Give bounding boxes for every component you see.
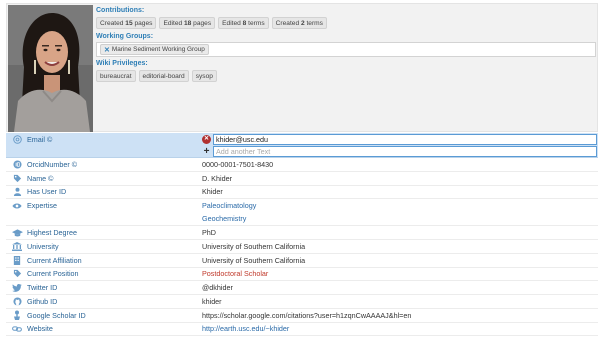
at-icon	[9, 135, 25, 144]
position-label: Current Position	[27, 269, 79, 279]
contributions-list: Created 15 pages Edited 18 pages Edited …	[96, 16, 596, 30]
degree-row: Highest Degree PhD	[6, 226, 598, 240]
university-value: University of Southern California	[202, 241, 306, 251]
profile-header: Contributions: Created 15 pages Edited 1…	[6, 3, 598, 132]
name-row: Name © D. Khider	[6, 172, 598, 186]
scholar-value: https://scholar.google.com/citations?use…	[202, 310, 412, 320]
google-scholar-icon	[9, 310, 25, 321]
scholar-row: Google Scholar ID https://scholar.google…	[6, 309, 598, 323]
working-groups-title: Working Groups:	[96, 33, 154, 40]
profile-photo-image	[8, 5, 93, 132]
contribution-chip[interactable]: Edited 18 pages	[159, 17, 216, 29]
add-email-icon[interactable]: +	[202, 146, 211, 156]
expertise-link[interactable]: Geochemistry	[202, 212, 256, 225]
affiliation-label: Current Affiliation	[27, 255, 82, 265]
twitter-icon	[9, 283, 25, 292]
working-group-chip: ✕ Marine Sediment Working Group	[100, 44, 209, 55]
institution-icon	[9, 241, 25, 251]
website-label: Website	[27, 324, 53, 334]
orcid-icon	[9, 160, 25, 169]
email-label-text: Email ©	[27, 135, 53, 144]
email-label: Email ©	[6, 133, 202, 146]
link-icon	[9, 325, 25, 333]
eye-icon	[9, 202, 25, 210]
tag-icon	[9, 269, 25, 278]
user-icon	[9, 187, 25, 197]
tag-icon	[9, 174, 25, 183]
expertise-row: Expertise Paleoclimatology Geochemistry	[6, 199, 598, 227]
privilege-chip: sysop	[191, 70, 217, 82]
wiki-privileges-list: bureaucrat editorial-board sysop	[96, 69, 596, 83]
github-label: Github ID	[27, 296, 58, 306]
remove-email-icon[interactable]: ✕	[202, 135, 211, 145]
user-id-row: Has User ID Khider	[6, 186, 598, 200]
add-email-input[interactable]: Add another Text	[213, 145, 597, 157]
position-row: Current Position Postdoctoral Scholar	[6, 268, 598, 282]
github-value: khider	[202, 296, 222, 306]
contribution-chip[interactable]: Edited 8 terms	[218, 17, 269, 29]
website-row: Website http://earth.usc.edu/~khider	[6, 323, 598, 337]
contribution-chip[interactable]: Created 2 terms	[271, 17, 327, 29]
email-row: Email © ✕ khider@usc.edu + Add another T…	[6, 133, 598, 158]
twitter-label: Twitter ID	[27, 283, 58, 293]
affiliation-row: Current Affiliation University of Southe…	[6, 254, 598, 268]
email-editor: ✕ khider@usc.edu + Add another Text	[202, 134, 597, 157]
working-group-label: Marine Sediment Working Group	[111, 46, 205, 53]
degree-label: Highest Degree	[27, 228, 77, 238]
twitter-value: @dkhider	[202, 283, 233, 293]
graduation-cap-icon	[9, 228, 25, 237]
affiliation-value: University of Southern California	[202, 255, 306, 265]
orcid-label: OrcidNumber ©	[27, 159, 78, 169]
privilege-chip: bureaucrat	[96, 70, 136, 82]
expertise-values: Paleoclimatology Geochemistry	[202, 199, 256, 225]
position-value[interactable]: Postdoctoral Scholar	[202, 267, 268, 280]
user-id-value: Khider	[202, 187, 223, 197]
website-link[interactable]: http://earth.usc.edu/~khider	[202, 322, 289, 335]
working-groups-input[interactable]: ✕ Marine Sediment Working Group	[96, 42, 596, 57]
expertise-label: Expertise	[27, 201, 57, 211]
orcid-value: 0000-0001-7501-8430	[202, 159, 274, 169]
profile-photo	[8, 5, 93, 132]
privilege-chip: editorial-board	[138, 70, 189, 82]
scholar-label: Google Scholar ID	[27, 310, 86, 320]
building-icon	[9, 255, 25, 265]
contributions-title: Contributions:	[96, 7, 145, 14]
expertise-link[interactable]: Paleoclimatology	[202, 199, 256, 212]
remove-group-icon[interactable]: ✕	[104, 46, 110, 54]
user-id-label: Has User ID	[27, 187, 67, 197]
profile-info: Contributions: Created 15 pages Edited 1…	[96, 6, 596, 85]
wiki-privileges-title: Wiki Privileges:	[96, 60, 148, 67]
university-label: University	[27, 241, 59, 251]
github-row: Github ID khider	[6, 295, 598, 309]
profile-properties: Email © ✕ khider@usc.edu + Add another T…	[6, 133, 598, 337]
email-add-entry: + Add another Text	[202, 145, 597, 158]
name-value: D. Khider	[202, 173, 232, 183]
contribution-chip[interactable]: Created 15 pages	[96, 17, 157, 29]
twitter-row: Twitter ID @dkhider	[6, 281, 598, 295]
orcid-row: OrcidNumber © 0000-0001-7501-8430	[6, 158, 598, 172]
github-icon	[9, 297, 25, 306]
degree-value: PhD	[202, 228, 216, 238]
email-entry: ✕ khider@usc.edu	[202, 134, 597, 146]
email-input[interactable]: khider@usc.edu	[213, 134, 597, 146]
university-row: University University of Southern Califo…	[6, 240, 598, 254]
name-label: Name ©	[27, 173, 54, 183]
